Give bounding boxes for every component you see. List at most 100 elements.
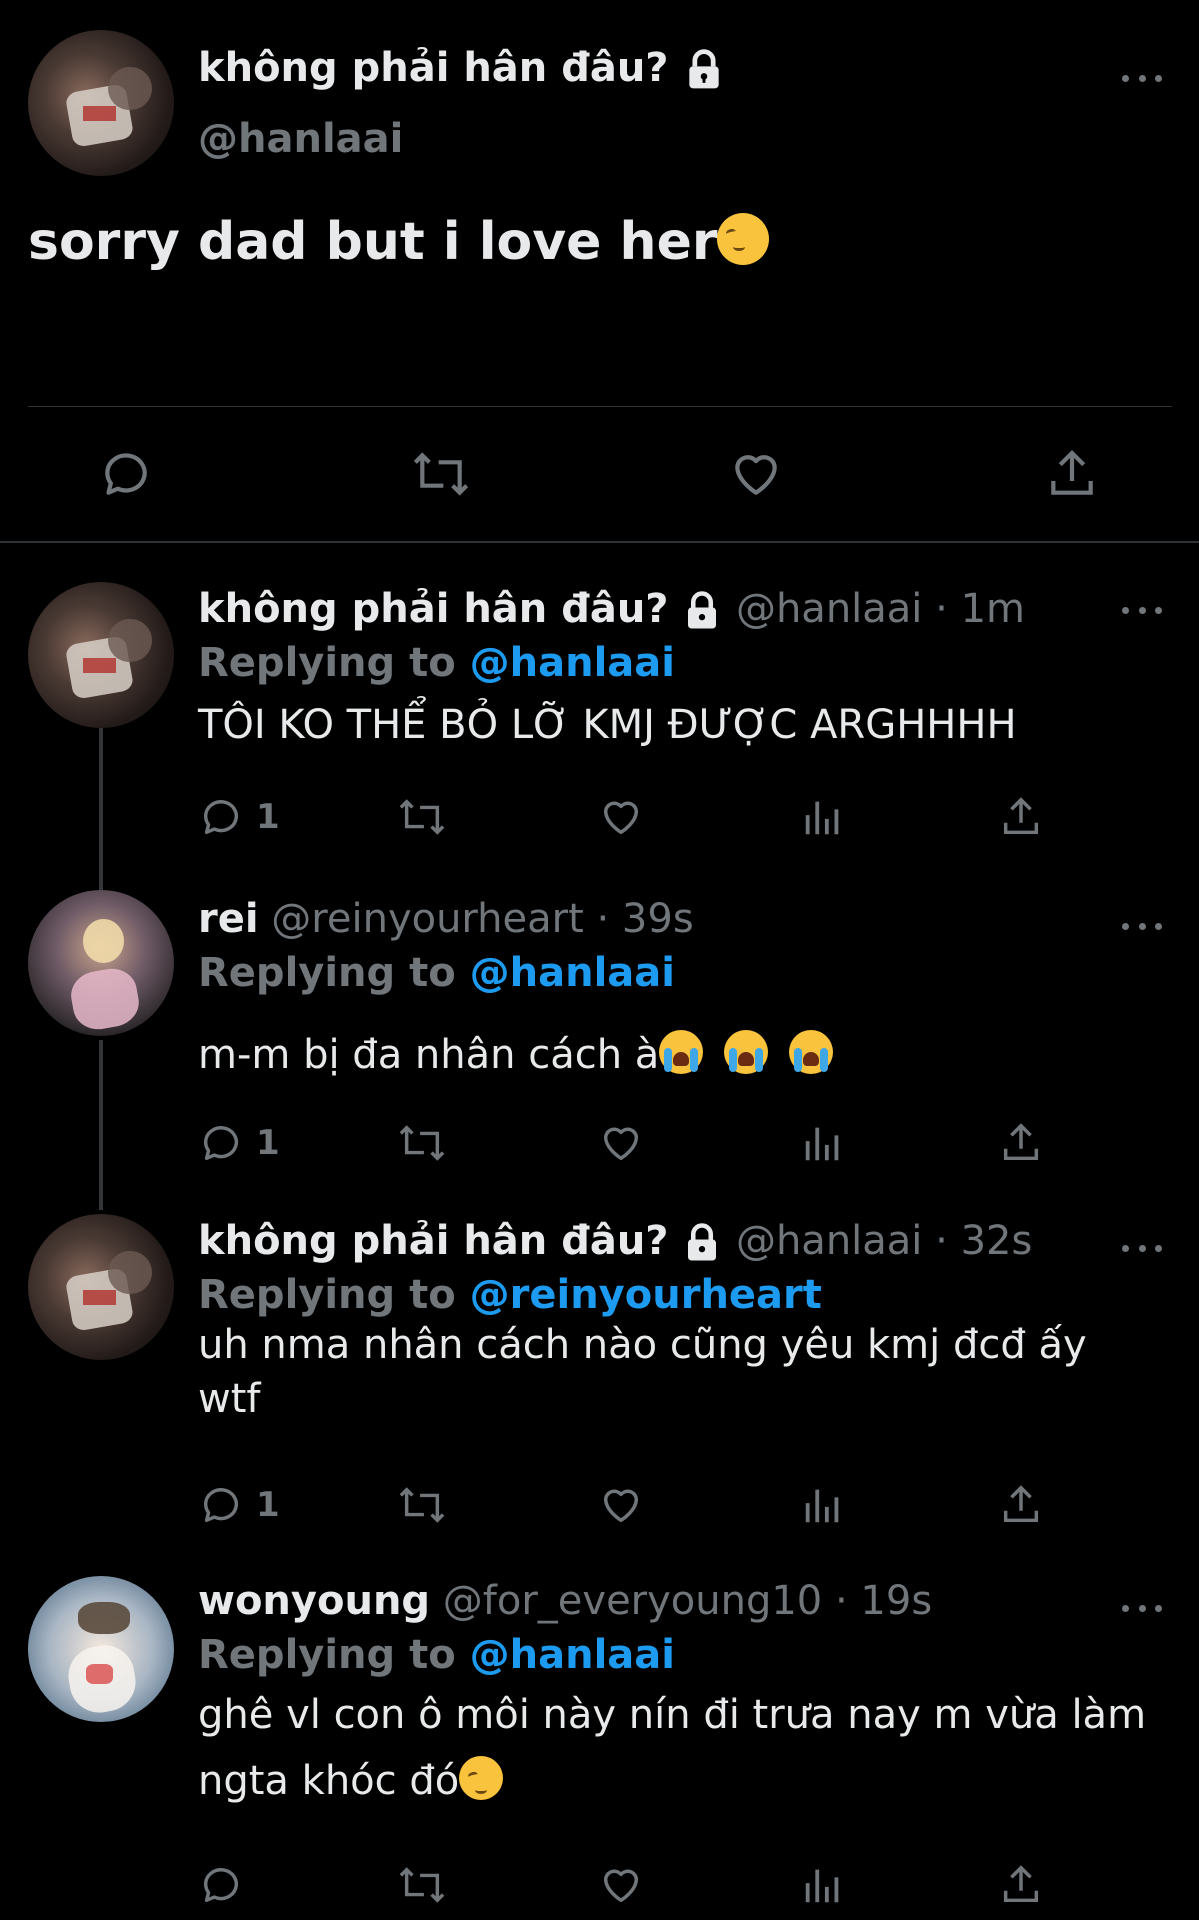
reply-icon xyxy=(203,1488,239,1523)
heart-icon xyxy=(603,1127,639,1161)
more-options-icon[interactable] xyxy=(1122,1598,1162,1618)
like-button[interactable] xyxy=(598,1120,644,1166)
share-button[interactable] xyxy=(998,1120,1044,1166)
reply-count: 1 xyxy=(256,1123,280,1163)
replying-to: Replying to @hanlaai xyxy=(198,950,675,996)
reply-text: m-m bị đa nhân cách à xyxy=(198,1032,660,1078)
analytics-button[interactable] xyxy=(800,794,846,840)
replying-to-link[interactable]: @reinyourheart xyxy=(470,1272,822,1318)
reply-button[interactable] xyxy=(198,1862,256,1908)
reply-tweet[interactable]: không phải hân đâu? @hanlaai · 1m Replyi… xyxy=(0,580,1199,880)
timestamp[interactable]: · 1m xyxy=(935,586,1025,632)
retweet-icon xyxy=(399,799,445,835)
reply-header: rei @reinyourheart · 39s xyxy=(198,896,694,942)
reply-text-row: ghê vl con ô môi này nín đi trưa nay m v… xyxy=(198,1682,1158,1814)
reply-text: uh nma nhân cách nào cũng yêu kmj đcđ ấy… xyxy=(198,1322,1087,1422)
share-button[interactable] xyxy=(1044,446,1100,502)
heart-icon xyxy=(603,1489,639,1523)
tweet-text-content: sorry dad but i love her xyxy=(28,212,718,272)
reply-button[interactable]: 1 xyxy=(198,794,280,840)
retweet-icon xyxy=(399,1487,445,1523)
retweet-icon xyxy=(413,452,469,496)
analytics-button[interactable] xyxy=(800,1862,846,1908)
author-handle[interactable]: @hanlaai xyxy=(736,1218,922,1264)
share-button[interactable] xyxy=(998,1482,1044,1528)
timestamp[interactable]: · 19s xyxy=(835,1578,932,1624)
retweet-icon xyxy=(399,1125,445,1161)
crying-emoji-icon xyxy=(659,1030,704,1074)
lock-icon xyxy=(689,49,720,89)
author-name[interactable]: không phải hân đâu? xyxy=(198,1218,669,1264)
like-button[interactable] xyxy=(598,794,644,840)
author-handle[interactable]: @hanlaai xyxy=(736,586,922,632)
replying-to-link[interactable]: @hanlaai xyxy=(470,950,675,996)
analytics-icon xyxy=(805,1489,839,1523)
pensive-emoji-icon xyxy=(717,213,770,265)
analytics-button[interactable] xyxy=(800,1482,846,1528)
heart-icon xyxy=(735,455,777,495)
author-avatar[interactable] xyxy=(28,30,174,176)
timestamp[interactable]: · 39s xyxy=(597,896,694,942)
reply-header: wonyoung @for_everyoung10 · 19s xyxy=(198,1578,932,1624)
reply-count: 1 xyxy=(256,797,280,837)
retweet-button[interactable] xyxy=(396,1482,448,1528)
replying-to: Replying to @hanlaai xyxy=(198,1632,675,1678)
like-button[interactable] xyxy=(598,1482,644,1528)
reply-button[interactable] xyxy=(98,446,154,502)
share-icon xyxy=(1051,450,1093,495)
analytics-icon xyxy=(805,1127,839,1161)
share-icon xyxy=(1003,1123,1039,1161)
reply-button[interactable]: 1 xyxy=(198,1120,280,1166)
author-avatar[interactable] xyxy=(28,890,174,1036)
author-avatar[interactable] xyxy=(28,1576,174,1722)
pensive-emoji-icon xyxy=(459,1756,504,1800)
analytics-icon xyxy=(805,1869,839,1903)
author-name[interactable]: không phải hân đâu? xyxy=(198,586,669,632)
like-button[interactable] xyxy=(728,446,784,502)
author-avatar[interactable] xyxy=(28,1214,174,1360)
reply-header: không phải hân đâu? @hanlaai · 32s xyxy=(198,1218,1032,1264)
more-options-icon[interactable] xyxy=(1122,68,1162,88)
more-options-icon[interactable] xyxy=(1122,600,1162,620)
share-icon xyxy=(1003,1865,1039,1903)
main-tweet: không phải hân đâu? @hanlaai sorry dad b… xyxy=(0,0,1199,540)
replying-to-label: Replying to xyxy=(198,1632,456,1678)
like-button[interactable] xyxy=(598,1862,644,1908)
reply-text: TÔI KO THỂ BỎ LỠ KMJ ĐƯỢC ARGHHHH xyxy=(198,702,1017,748)
replying-to-link[interactable]: @hanlaai xyxy=(470,640,675,686)
reply-tweet[interactable]: wonyoung @for_everyoung10 · 19s Replying… xyxy=(0,1572,1199,1920)
author-handle[interactable]: @for_everyoung10 xyxy=(443,1578,822,1624)
retweet-icon xyxy=(399,1867,445,1903)
reply-header: không phải hân đâu? @hanlaai · 1m xyxy=(198,586,1025,632)
author-avatar[interactable] xyxy=(28,582,174,728)
share-button[interactable] xyxy=(998,1862,1044,1908)
more-options-icon[interactable] xyxy=(1122,1238,1162,1258)
replying-to-label: Replying to xyxy=(198,640,456,686)
author-name[interactable]: không phải hân đâu? xyxy=(198,45,669,91)
analytics-icon xyxy=(805,801,839,835)
retweet-button[interactable] xyxy=(396,794,448,840)
reply-button[interactable]: 1 xyxy=(198,1482,280,1528)
author-name[interactable]: rei xyxy=(198,896,259,942)
section-divider xyxy=(0,541,1199,543)
reply-tweet[interactable]: rei @reinyourheart · 39s Replying to @ha… xyxy=(0,890,1199,1190)
analytics-button[interactable] xyxy=(800,1120,846,1166)
author-handle[interactable]: @hanlaai xyxy=(198,116,403,162)
share-icon xyxy=(1003,1485,1039,1523)
reply-tweet[interactable]: không phải hân đâu? @hanlaai · 32s Reply… xyxy=(0,1212,1199,1552)
retweet-button[interactable] xyxy=(396,1120,448,1166)
crying-emoji-icon xyxy=(724,1030,768,1074)
timestamp[interactable]: · 32s xyxy=(935,1218,1032,1264)
author-name[interactable]: wonyoung xyxy=(198,1578,430,1624)
replying-to-link[interactable]: @hanlaai xyxy=(470,1632,675,1678)
more-options-icon[interactable] xyxy=(1122,916,1162,936)
reply-icon xyxy=(203,800,239,835)
author-handle[interactable]: @reinyourheart xyxy=(271,896,583,942)
retweet-button[interactable] xyxy=(396,1862,448,1908)
share-button[interactable] xyxy=(998,794,1044,840)
author-name-row[interactable]: không phải hân đâu? xyxy=(198,45,726,92)
divider xyxy=(28,406,1172,407)
replying-to-label: Replying to xyxy=(198,1272,456,1318)
retweet-button[interactable] xyxy=(410,446,472,502)
share-icon xyxy=(1003,797,1039,835)
